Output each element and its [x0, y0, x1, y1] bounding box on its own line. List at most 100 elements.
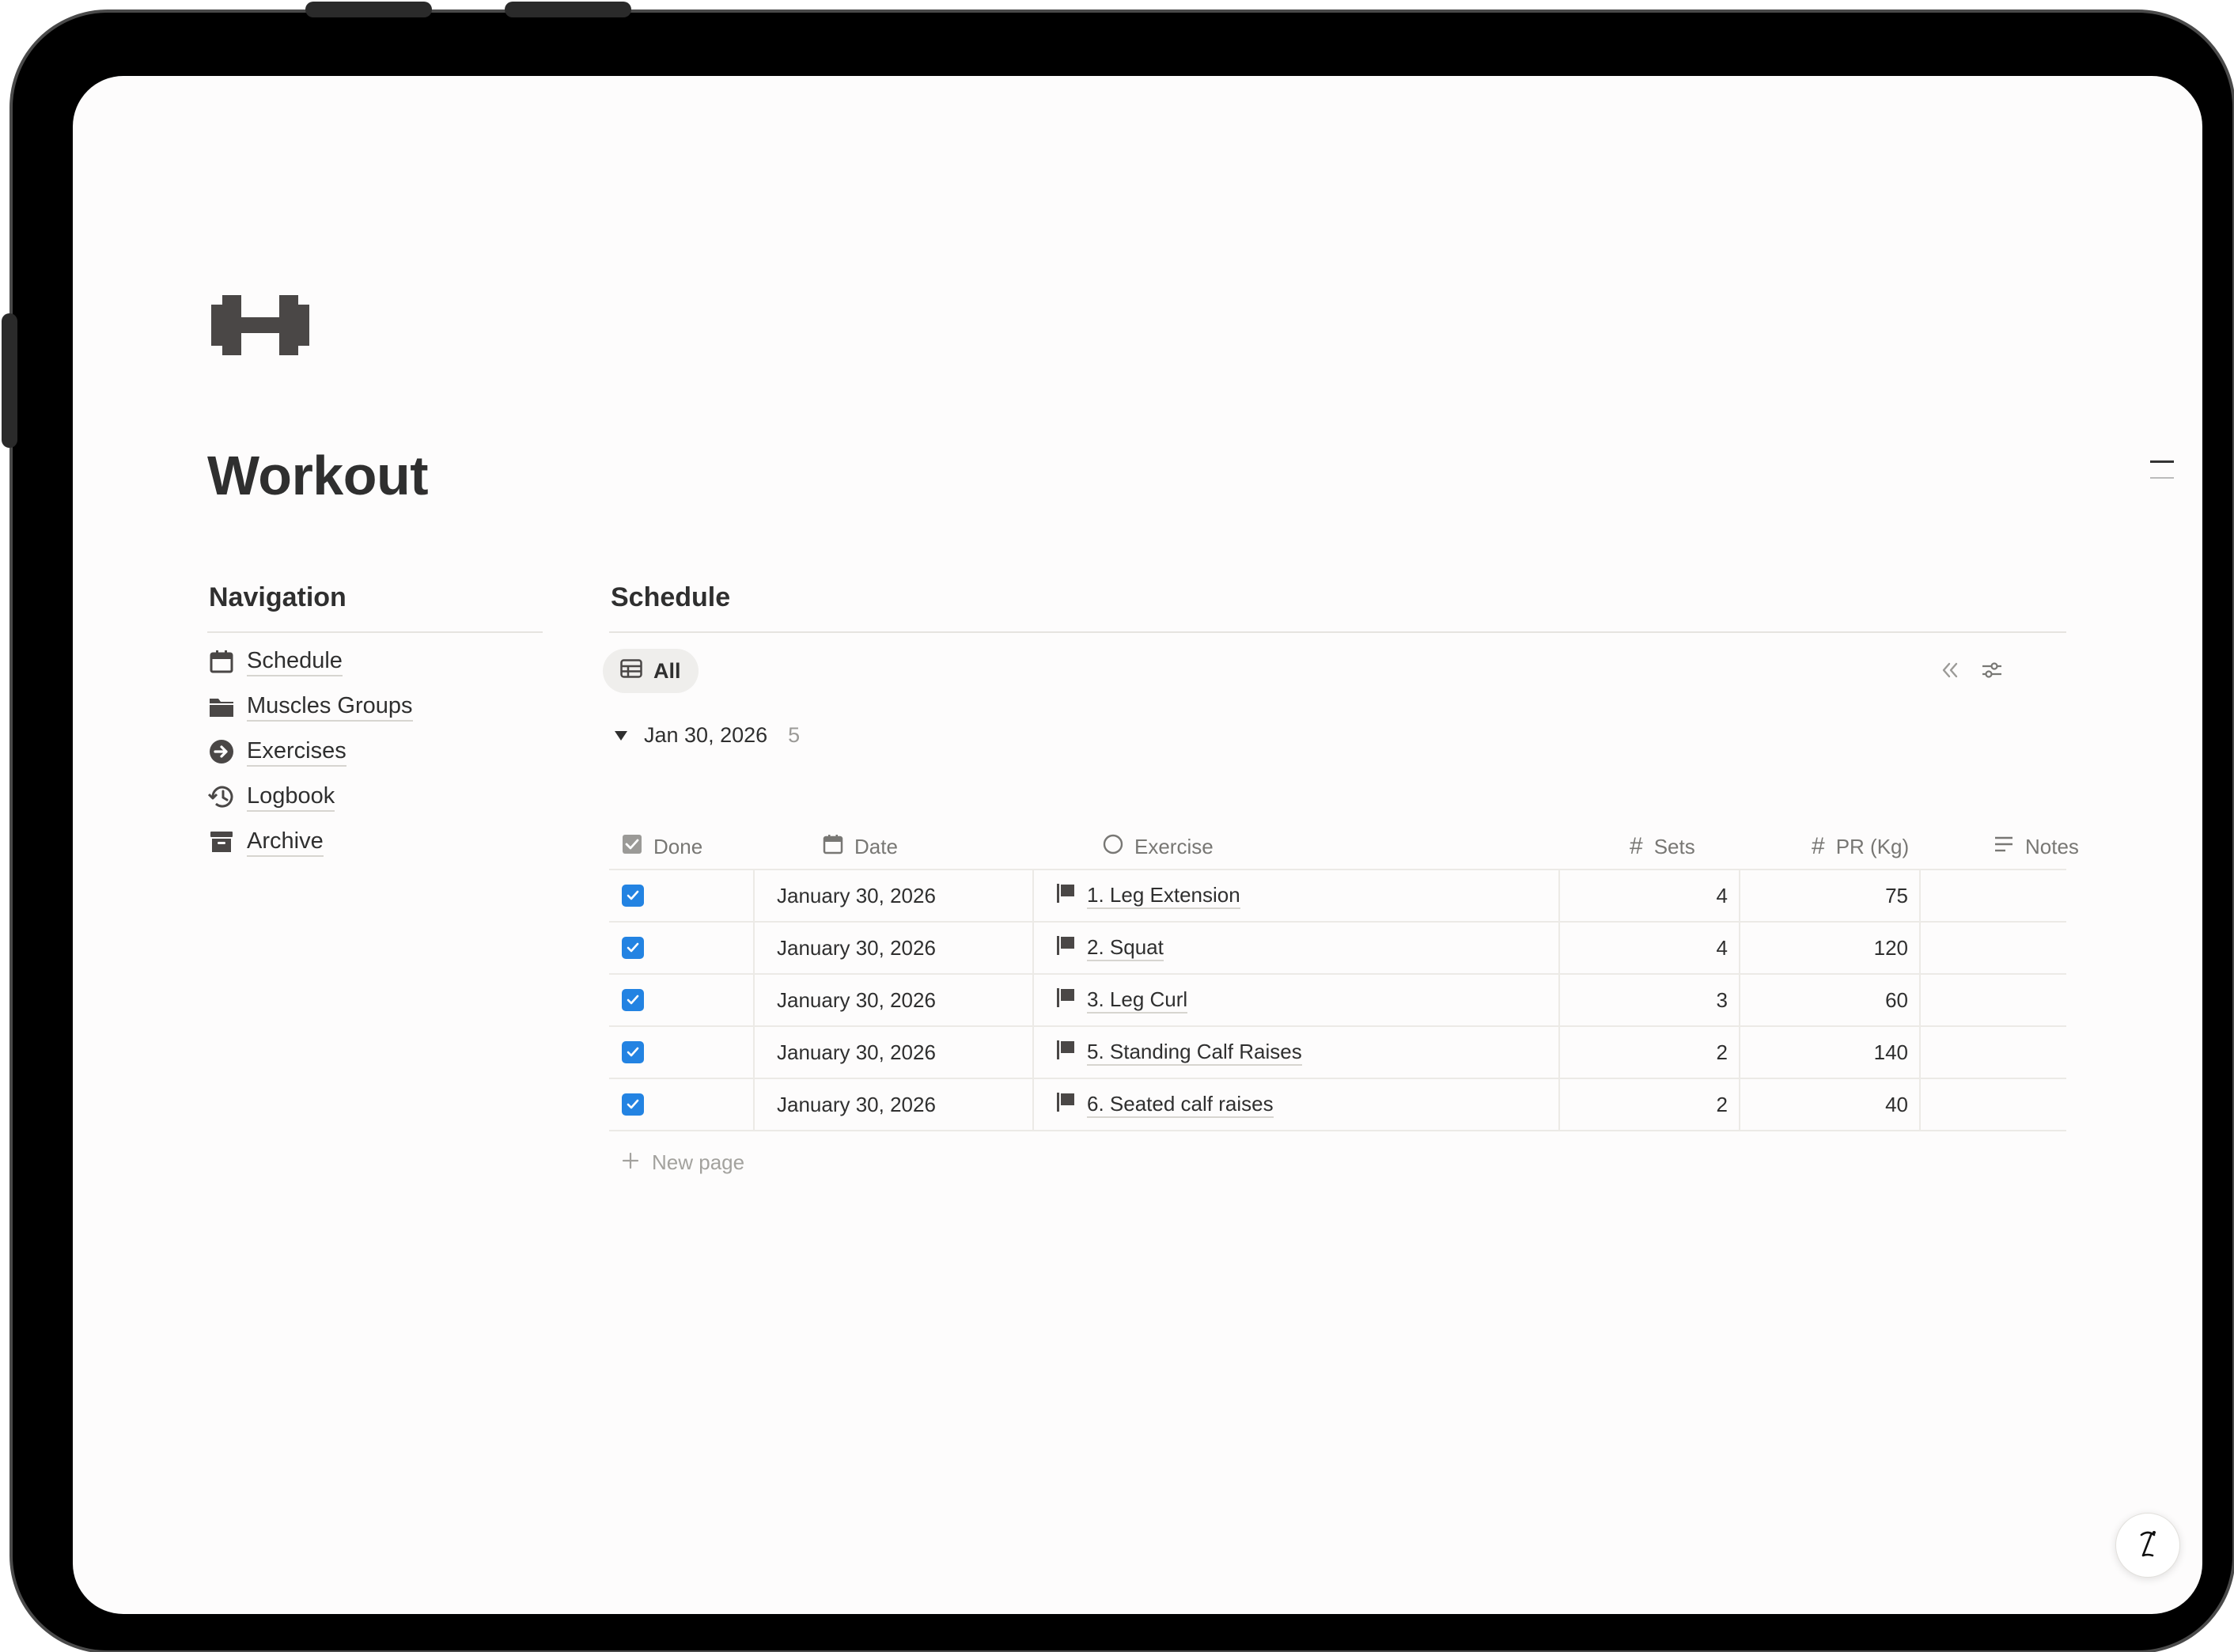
column-divider [1558, 1027, 1560, 1078]
done-checkbox[interactable] [622, 937, 644, 959]
column-divider [1032, 870, 1034, 921]
column-header-done[interactable]: Done [622, 824, 702, 869]
done-cell [622, 870, 644, 921]
pr-cell[interactable]: 40 [1750, 1079, 1908, 1130]
done-cell [622, 923, 644, 973]
table-of-contents-icon[interactable] [2150, 460, 2174, 493]
done-cell [622, 1027, 644, 1078]
group-header[interactable]: Jan 30, 2026 5 [614, 723, 800, 748]
notes-cell[interactable] [1941, 1027, 2068, 1078]
nav-item-label: Archive [247, 827, 324, 857]
sets-cell[interactable]: 4 [1569, 870, 1728, 921]
nav-item-archive[interactable]: Archive [207, 826, 324, 858]
help-button[interactable] [2115, 1513, 2180, 1578]
nav-item-muscles-groups[interactable]: Muscles Groups [207, 691, 413, 722]
column-label: Sets [1653, 834, 1695, 858]
table-row[interactable]: January 30, 2026 5. Standing Calf Raises 2… [609, 1027, 2066, 1079]
screen: Workout Navigation Schedule Muscles Grou… [73, 76, 2202, 1614]
column-label: PR (Kg) [1835, 834, 1910, 858]
column-divider [1032, 923, 1034, 973]
table-row[interactable]: January 30, 2026 6. Seated calf raises 2 40 [609, 1079, 2066, 1131]
column-divider [753, 870, 755, 921]
notes-cell[interactable] [1941, 923, 2068, 973]
sets-cell[interactable]: 4 [1569, 923, 1728, 973]
pr-cell[interactable]: 60 [1750, 975, 1908, 1025]
table-row[interactable]: January 30, 2026 1. Leg Extension 4 75 [609, 869, 2066, 923]
ipad-frame: Workout Navigation Schedule Muscles Grou… [2, 2, 2232, 1650]
done-checkbox[interactable] [622, 1041, 644, 1063]
date-cell[interactable]: January 30, 2026 [777, 1027, 936, 1078]
pr-cell[interactable]: 75 [1750, 870, 1908, 921]
exercise-cell[interactable]: 3. Leg Curl [1055, 975, 1188, 1025]
column-divider [1739, 1079, 1740, 1130]
pr-cell[interactable]: 140 [1750, 1027, 1908, 1078]
flag-icon [1055, 1039, 1076, 1067]
volume-down-button [505, 2, 631, 17]
sets-cell[interactable]: 2 [1569, 1027, 1728, 1078]
text-property-icon [1994, 835, 2014, 859]
date-cell[interactable]: January 30, 2026 [777, 923, 936, 973]
done-checkbox[interactable] [622, 989, 644, 1011]
exercise-cell[interactable]: 2. Squat [1055, 923, 1164, 973]
number-property-icon: # [1630, 833, 1643, 859]
column-divider [1558, 923, 1560, 973]
notes-cell[interactable] [1941, 1079, 2068, 1130]
exercise-name: 1. Leg Extension [1087, 882, 1240, 909]
page-title: Workout [207, 445, 429, 506]
nav-item-label: Logbook [247, 782, 335, 812]
flag-icon [1055, 1091, 1076, 1119]
folder-icon [207, 692, 236, 721]
column-divider [1739, 923, 1740, 973]
history-icon [207, 782, 236, 811]
table-row[interactable]: January 30, 2026 2. Squat 4 120 [609, 923, 2066, 975]
new-page-button[interactable]: New page [622, 1150, 744, 1175]
new-page-label: New page [652, 1150, 745, 1174]
column-header-sets[interactable]: # Sets [1630, 824, 1695, 869]
sets-cell[interactable]: 3 [1569, 975, 1728, 1025]
done-checkbox[interactable] [622, 885, 644, 907]
column-divider [1558, 1079, 1560, 1130]
double-chevron-left-icon[interactable] [1940, 660, 1960, 684]
column-label: Notes [2025, 834, 2079, 858]
sets-cell[interactable]: 2 [1569, 1079, 1728, 1130]
column-divider [1558, 870, 1560, 921]
notes-cell[interactable] [1941, 870, 2068, 921]
done-checkbox[interactable] [622, 1093, 644, 1116]
column-divider [753, 1027, 755, 1078]
table-row[interactable]: January 30, 2026 3. Leg Curl 3 60 [609, 975, 2066, 1027]
column-divider [1919, 1079, 1921, 1130]
column-divider [1919, 923, 1921, 973]
schedule-heading: Schedule [611, 582, 731, 612]
column-header-exercise[interactable]: Exercise [1103, 824, 1214, 869]
nav-item-schedule[interactable]: Schedule [207, 646, 343, 677]
table-header: Done Date Exercise # Sets # PR (Kg) Note… [609, 824, 2079, 869]
toggle-triangle-icon[interactable] [614, 723, 628, 748]
group-label: Jan 30, 2026 [644, 723, 768, 747]
column-header-date[interactable]: Date [823, 824, 898, 869]
exercise-cell[interactable]: 1. Leg Extension [1055, 870, 1240, 921]
nav-item-exercises[interactable]: Exercises [207, 736, 346, 767]
exercise-cell[interactable]: 5. Standing Calf Raises [1055, 1027, 1302, 1078]
nav-item-label: Muscles Groups [247, 691, 413, 722]
dumbbell-icon[interactable] [211, 294, 309, 361]
nav-item-logbook[interactable]: Logbook [207, 781, 335, 813]
date-cell[interactable]: January 30, 2026 [777, 975, 936, 1025]
exercise-name: 6. Seated calf raises [1087, 1091, 1274, 1118]
exercise-name: 3. Leg Curl [1087, 987, 1188, 1014]
column-header-pr[interactable]: # PR (Kg) [1812, 824, 1909, 869]
column-divider [1919, 870, 1921, 921]
date-cell[interactable]: January 30, 2026 [777, 1079, 936, 1130]
column-label: Done [653, 834, 703, 858]
column-divider [753, 975, 755, 1025]
view-tab-all[interactable]: All [603, 649, 699, 693]
date-cell[interactable]: January 30, 2026 [777, 870, 936, 921]
pr-cell[interactable]: 120 [1750, 923, 1908, 973]
done-cell [622, 975, 644, 1025]
view-toolbar [1940, 660, 2003, 684]
column-divider [1032, 1027, 1034, 1078]
column-header-notes[interactable]: Notes [1994, 824, 2079, 869]
sliders-icon[interactable] [1981, 660, 2003, 684]
title-property-icon [1103, 834, 1123, 860]
exercise-cell[interactable]: 6. Seated calf raises [1055, 1079, 1274, 1130]
notes-cell[interactable] [1941, 975, 2068, 1025]
